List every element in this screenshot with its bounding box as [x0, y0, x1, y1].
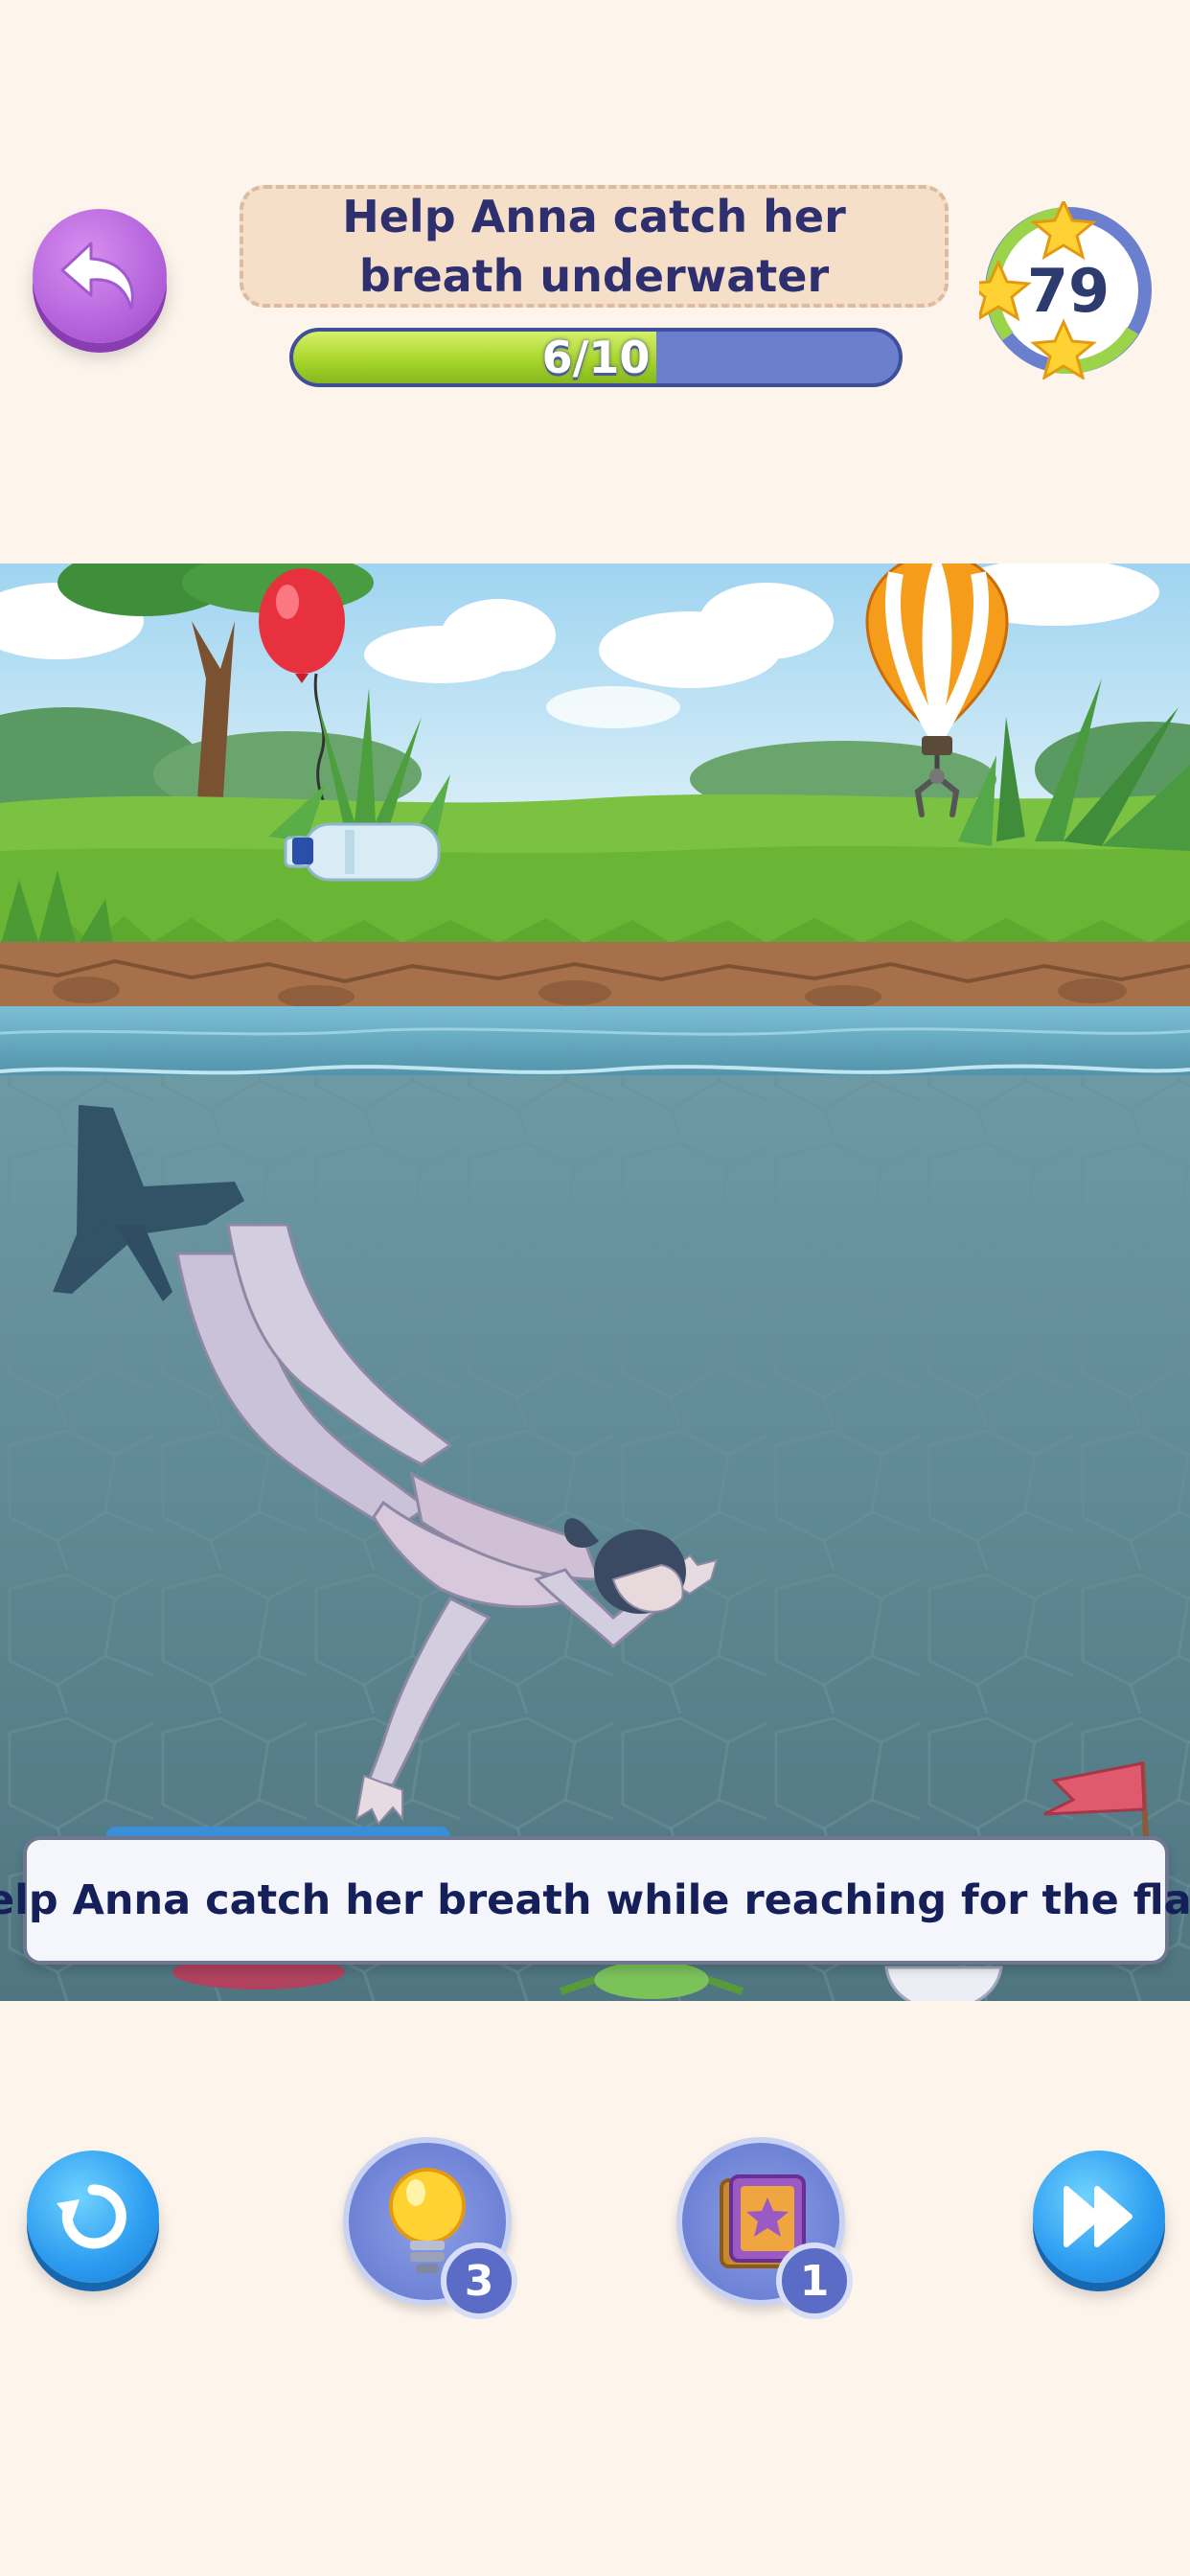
hint-banner: Help Anna catch her breath while reachin…	[0, 1836, 1190, 1965]
level-progress-bar: 6/10	[289, 328, 903, 387]
curved-arrow-back-icon	[60, 242, 134, 310]
hint-count-badge: 3	[441, 2242, 517, 2319]
progress-label: 6/10	[541, 332, 651, 383]
restart-button[interactable]	[27, 2150, 159, 2283]
level-title-box: Help Anna catch her breath underwater	[240, 185, 949, 308]
bowl[interactable]	[884, 1966, 1003, 2001]
skip-button[interactable]	[1033, 2150, 1165, 2283]
stars-count: 79	[1026, 255, 1110, 326]
hint-text: Help Anna catch her breath while reachin…	[0, 1876, 1190, 1924]
restart-icon	[57, 2184, 126, 2249]
item-count-badge: 1	[776, 2242, 853, 2319]
game-scene[interactable]	[0, 564, 1190, 2001]
level-title: Help Anna catch her breath underwater	[342, 191, 846, 302]
back-button[interactable]	[33, 209, 167, 343]
fast-forward-icon	[1064, 2186, 1133, 2247]
dirt-bank	[0, 942, 1190, 1016]
